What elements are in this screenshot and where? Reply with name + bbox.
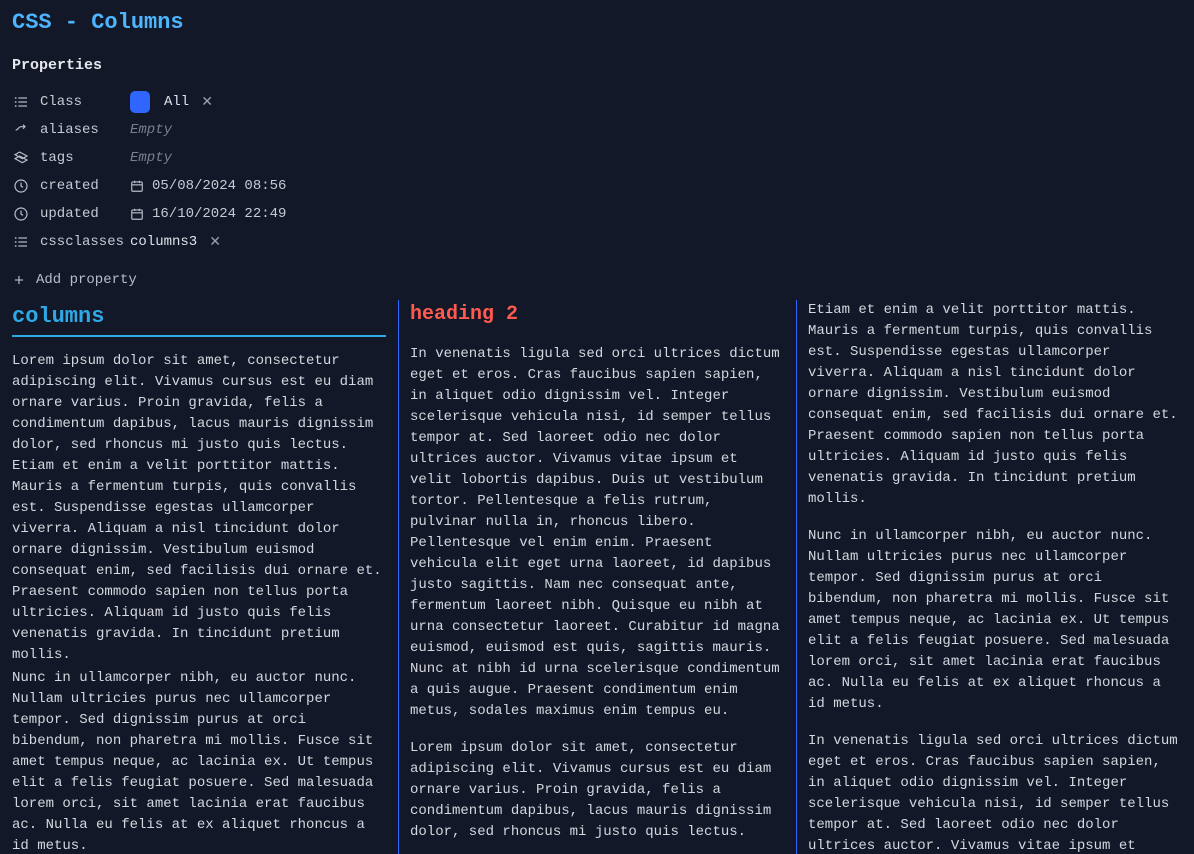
paragraph: Nunc in ullamcorper nibh, eu auctor nunc… xyxy=(808,526,1182,715)
calendar-icon xyxy=(130,207,144,221)
property-value: 05/08/2024 08:56 xyxy=(152,178,286,194)
property-key: aliases xyxy=(40,122,99,138)
paragraph: Lorem ipsum dolor sit amet, consectetur … xyxy=(12,351,386,666)
property-row-updated[interactable]: updated 16/10/2024 22:49 xyxy=(12,200,1182,228)
tags-icon xyxy=(12,149,30,167)
paragraph: Nunc in ullamcorper nibh, eu auctor nunc… xyxy=(12,668,386,854)
property-value: All xyxy=(164,94,189,110)
property-key: Class xyxy=(40,94,82,110)
clear-icon[interactable]: ✕ xyxy=(209,234,221,251)
add-property-button[interactable]: Add property xyxy=(12,266,1182,294)
forward-arrow-icon xyxy=(12,121,30,139)
property-key: created xyxy=(40,178,99,194)
heading-1: columns xyxy=(12,300,386,337)
property-key: updated xyxy=(40,206,99,222)
heading-2: heading 2 xyxy=(410,300,784,330)
list-icon xyxy=(12,233,30,251)
property-row-created[interactable]: created 05/08/2024 08:56 xyxy=(12,172,1182,200)
properties-heading: Properties xyxy=(12,57,1182,74)
add-property-label: Add property xyxy=(36,272,137,288)
property-row-aliases[interactable]: aliases Empty xyxy=(12,116,1182,144)
calendar-icon xyxy=(130,179,144,193)
property-value: 16/10/2024 22:49 xyxy=(152,206,286,222)
clear-icon[interactable]: ✕ xyxy=(201,94,213,111)
paragraph: In venenatis ligula sed orci ultrices di… xyxy=(410,344,784,722)
property-row-cssclasses[interactable]: cssclasses columns3 ✕ xyxy=(12,228,1182,256)
clock-icon xyxy=(12,205,30,223)
property-value: Empty xyxy=(130,150,172,166)
property-row-tags[interactable]: tags Empty xyxy=(12,144,1182,172)
note-body-columns: columns Lorem ipsum dolor sit amet, cons… xyxy=(12,300,1182,854)
clock-icon xyxy=(12,177,30,195)
property-key: cssclasses xyxy=(40,234,124,250)
class-color-badge[interactable] xyxy=(130,91,150,113)
properties-table: Class All ✕ aliases Empty xyxy=(12,88,1182,256)
property-value: columns3 xyxy=(130,234,197,250)
property-value: Empty xyxy=(130,122,172,138)
property-row-class[interactable]: Class All ✕ xyxy=(12,88,1182,116)
list-icon xyxy=(12,93,30,111)
page-title: CSS - Columns xyxy=(12,10,1182,35)
property-key: tags xyxy=(40,150,74,166)
